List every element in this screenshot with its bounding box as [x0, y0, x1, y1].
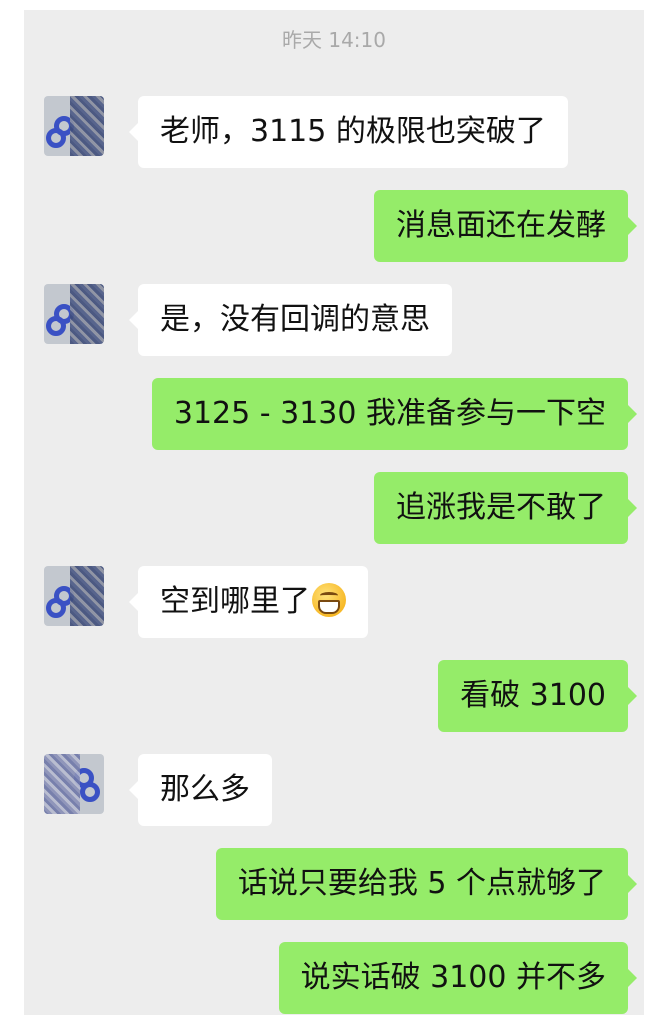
incoming-message-bubble[interactable]: 空到哪里了: [129, 566, 368, 638]
outgoing-message-bubble[interactable]: 追涨我是不敢了: [374, 472, 637, 544]
contact-avatar[interactable]: [44, 96, 104, 156]
message-timestamp: 昨天 14:10: [282, 28, 386, 52]
grinning-face-emoji-icon: [312, 583, 346, 617]
outgoing-message-bubble[interactable]: 话说只要给我 5 个点就够了: [215, 848, 638, 920]
incoming-message-bubble[interactable]: 是，没有回调的意思: [129, 284, 452, 356]
chat-window: 昨天 14:10 老师，3115 的极限也突破了 消息面还在发酵 是，没有回调的…: [24, 10, 644, 1015]
outgoing-message-bubble[interactable]: 说实话破 3100 并不多: [278, 942, 638, 1014]
contact-avatar[interactable]: [44, 566, 104, 626]
contact-avatar[interactable]: [44, 284, 104, 344]
message-text: 空到哪里了: [160, 584, 310, 619]
incoming-message-bubble[interactable]: 那么多: [129, 754, 272, 826]
outgoing-message-bubble[interactable]: 看破 3100: [438, 660, 637, 732]
contact-avatar[interactable]: [44, 754, 104, 814]
outgoing-message-bubble[interactable]: 3125 - 3130 我准备参与一下空: [151, 378, 638, 450]
incoming-message-bubble[interactable]: 老师，3115 的极限也突破了: [129, 96, 568, 168]
outgoing-message-bubble[interactable]: 消息面还在发酵: [374, 190, 637, 262]
